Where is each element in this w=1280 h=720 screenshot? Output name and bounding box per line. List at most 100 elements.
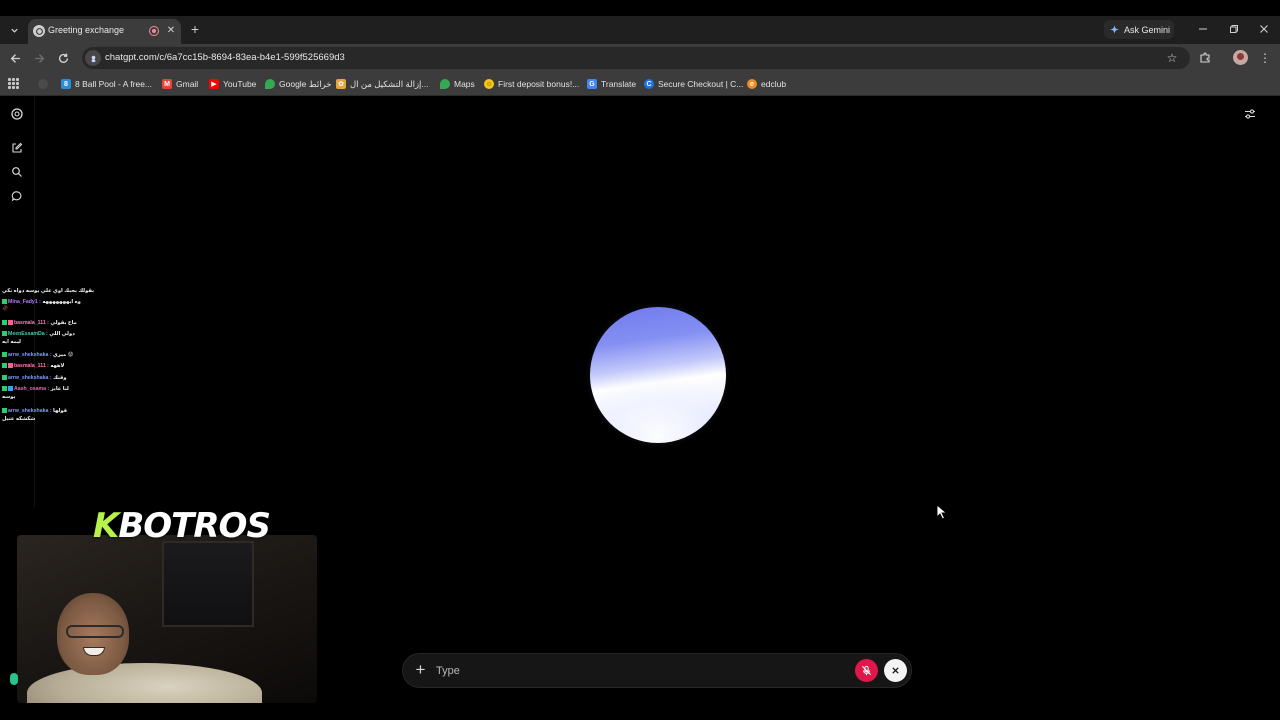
chat-line: يوسه <box>2 394 16 400</box>
bookmark-label: Google خرائط <box>279 78 332 89</box>
chevron-down-icon <box>10 28 18 33</box>
close-icon <box>1260 25 1268 33</box>
chat-line: basmala_111 : ماخ بقولي <box>2 320 77 326</box>
profile-avatar[interactable] <box>1233 50 1248 65</box>
tab-close-icon[interactable]: ✕ <box>164 23 178 37</box>
arrow-right-icon <box>34 53 44 63</box>
end-voice-button[interactable] <box>884 659 907 682</box>
minimize-button[interactable] <box>1195 21 1211 37</box>
extensions-button[interactable] <box>1197 50 1213 66</box>
chat-line: Aash_osama : لنا عايز <box>2 386 69 392</box>
8-ball-pool-icon: 8 <box>61 79 71 89</box>
chat-line: Mina_Fady1 : وه ايهههههههه <box>2 299 81 305</box>
chat-line: arrw_shekshaka : قولها <box>2 408 67 414</box>
bookmark-item[interactable]: C Secure Checkout | C... <box>644 77 743 91</box>
youtube-icon: ▶ <box>209 79 219 89</box>
bookmarks-bar: 8 8 Ball Pool - A free... M Gmail ▶ YouT… <box>0 72 1280 96</box>
maps-pin-icon <box>440 79 450 89</box>
voice-composer: + <box>402 653 912 688</box>
url-text: chatgpt.com/c/6a7cc15b-8694-83ea-b4e1-59… <box>105 52 345 63</box>
search-icon[interactable] <box>10 165 24 179</box>
message-input[interactable] <box>436 663 836 679</box>
top-strip <box>0 0 1280 16</box>
mic-off-icon <box>861 665 872 676</box>
overlay-indicator <box>10 673 18 685</box>
reload-button[interactable] <box>55 50 71 66</box>
bookmark-item[interactable]: Maps <box>440 77 475 91</box>
bookmark-site-icon: ✿ <box>336 79 346 89</box>
bookmark-label: إزالة التشكيل من ال... <box>350 78 429 89</box>
chats-icon[interactable] <box>10 189 24 203</box>
smiley-icon: ☺ <box>484 79 494 89</box>
bookmark-item[interactable]: 8 8 Ball Pool - A free... <box>61 77 152 91</box>
tab-active[interactable]: Greeting exchange ✕ <box>28 19 181 44</box>
browser-menu-icon[interactable]: ⋮ <box>1258 50 1272 66</box>
chat-line: MeenEssamDa : دولي اللي <box>2 331 75 337</box>
openai-logo-icon[interactable] <box>10 107 24 121</box>
bookmark-label: Gmail <box>176 79 199 89</box>
bookmark-label: 8 Ball Pool - A free... <box>75 79 153 89</box>
google-maps-icon <box>265 79 275 89</box>
address-toolbar: chatgpt.com/c/6a7cc15b-8694-83ea-b4e1-59… <box>0 44 1280 72</box>
webcam-overlay <box>17 535 317 703</box>
chat-line: basmala_111 : لاههه <box>2 363 64 369</box>
chat-line: بقولك بحبك اوي علي يوسه دواه نكي <box>2 288 95 294</box>
close-icon <box>892 667 899 674</box>
bookmark-item[interactable]: Google خرائط <box>265 77 332 91</box>
edclub-icon: e <box>747 79 757 89</box>
plus-icon[interactable]: + <box>412 661 429 679</box>
back-button[interactable] <box>7 50 23 66</box>
bookmark-globe[interactable] <box>38 77 48 91</box>
bookmark-item[interactable]: e edclub <box>747 77 786 91</box>
minimize-icon <box>1199 28 1207 30</box>
chatgpt-favicon-icon <box>33 25 45 37</box>
globe-icon <box>38 79 48 89</box>
bookmark-item[interactable]: ☺ First deposit bonus!... <box>484 77 579 91</box>
gmail-icon: M <box>162 79 172 89</box>
chat-line: ليمه ايه <box>2 339 22 345</box>
chat-line: arrw_shekshaka : وقتك <box>2 375 67 381</box>
recording-indicator-icon <box>149 26 159 36</box>
close-window-button[interactable] <box>1256 21 1272 37</box>
omnibox[interactable]: chatgpt.com/c/6a7cc15b-8694-83ea-b4e1-59… <box>82 47 1190 69</box>
c-logo-icon: C <box>644 79 654 89</box>
bookmark-label: First deposit bonus!... <box>498 79 580 89</box>
forward-button[interactable] <box>31 50 47 66</box>
arrow-left-icon <box>10 53 20 63</box>
ask-gemini-button[interactable]: Ask Gemini <box>1104 20 1174 39</box>
bookmark-item[interactable]: M Gmail <box>162 77 198 91</box>
tab-bar: Greeting exchange ✕ + Ask Gemini <box>0 16 1280 44</box>
chat-line: arrw_shekshaka : ميري 😡 <box>2 352 73 358</box>
mute-microphone-button[interactable] <box>855 659 878 682</box>
webcam-background-window <box>162 541 254 627</box>
webcam-person-body <box>27 663 262 703</box>
mouse-cursor-icon <box>936 504 948 520</box>
bookmark-label: edclub <box>761 79 787 89</box>
tab-title: Greeting exchange <box>48 25 125 35</box>
webcam-person-glasses <box>66 625 124 638</box>
bookmark-label: YouTube <box>223 79 257 89</box>
translate-icon: G <box>587 79 597 89</box>
bookmark-item[interactable]: ▶ YouTube <box>209 77 256 91</box>
tab-search-button[interactable] <box>5 21 23 39</box>
chat-line: شكشكه عتيل <box>2 416 36 422</box>
gemini-sparkle-icon <box>1110 25 1119 34</box>
bookmark-label: Translate <box>601 79 637 89</box>
restore-button[interactable] <box>1226 21 1242 37</box>
bookmark-label: Secure Checkout | C... <box>658 79 744 89</box>
voice-orb <box>590 307 726 443</box>
bookmark-item[interactable]: ✿ إزالة التشكيل من ال... <box>336 77 429 91</box>
site-info-icon[interactable] <box>85 50 101 66</box>
sliders-settings-icon[interactable] <box>1243 107 1257 121</box>
apps-grid-icon[interactable] <box>8 78 19 89</box>
bookmark-star-icon[interactable]: ☆ <box>1165 51 1179 65</box>
bookmark-item[interactable]: G Translate <box>587 77 636 91</box>
new-chat-icon[interactable] <box>10 141 24 155</box>
chatgpt-voice-page: + بقولك بحبك اوي علي يوسه دواه نكي Mina_… <box>0 97 1280 720</box>
puzzle-icon <box>1200 52 1210 63</box>
new-tab-button[interactable]: + <box>187 21 203 37</box>
bookmark-label: Maps <box>454 79 475 89</box>
ask-gemini-label: Ask Gemini <box>1124 24 1171 35</box>
reload-icon <box>58 53 68 63</box>
streamer-logo: KBOTROS <box>93 506 271 546</box>
